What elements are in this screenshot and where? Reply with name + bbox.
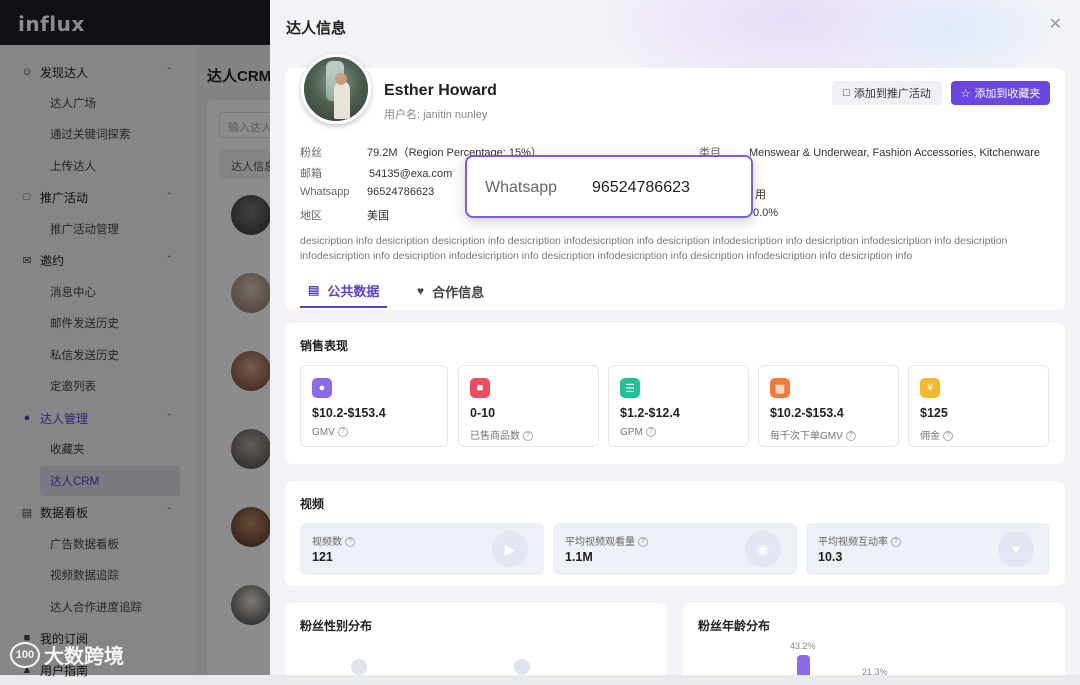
influencer-name: Esther Howard [384,82,497,99]
age-distribution-card: 粉丝年龄分布 43.2% 21.3% [683,603,1065,675]
metric-label: 佣金? [920,427,953,442]
add-to-favorites-label: 添加到收藏夹 [974,88,1041,100]
help-icon[interactable]: ? [891,537,901,548]
star-icon: ☆ [960,87,971,100]
drawer-title: 达人信息 [286,20,347,37]
stat-label: 视频数? [312,533,355,548]
sales-performance-card: 销售表现 ● $10.2-$153.4 GMV? ■ 0-10 已售商品数? ☰… [285,323,1065,464]
female-icon [514,659,530,675]
tab-label: 合作信息 [432,284,485,300]
eye-icon: ◉ [745,531,781,567]
region-label: 地区 [300,210,322,222]
megaphone-icon: □ [843,87,850,99]
age-bar-label: 21.3% [862,667,888,675]
add-to-favorites-button[interactable]: ☆ 添加到收藏夹 [951,81,1050,105]
info-region: 地区 美国 [300,207,389,223]
add-to-campaign-button[interactable]: □ 添加到推广活动 [832,81,942,105]
video-stat-engagement: 平均视频互动率? 10.3 ♥ [806,523,1050,575]
influencer-username: 用户名: janitin nunley [384,109,488,121]
stat-label: 平均视频互动率? [818,533,901,548]
metric-value: $1.2-$12.4 [620,406,680,420]
age-title: 粉丝年龄分布 [698,619,771,633]
stat-label: 平均视频观看量? [565,533,648,548]
help-icon[interactable]: ? [345,537,355,548]
male-icon [351,659,367,675]
info-partial-1: 用 [755,189,766,201]
info-partial-2: 0.0% [753,207,779,219]
fans-label: 粉丝 [300,147,322,159]
influencer-detail-drawer: 达人信息 ✕ Esther Howard 用户名: janitin nunley… [270,0,1080,675]
metric-gmv: ● $10.2-$153.4 GMV? [300,365,448,447]
influencer-description: desicription info desicription desicript… [300,235,1008,262]
document-icon: ☰ [620,378,640,398]
help-icon[interactable]: ? [638,537,648,548]
video-card: 视频 视频数? 121 ▶ 平均视频观看量? 1.1M ◉ 平均视频互动率? 1… [285,481,1065,586]
user-icon: ● [312,378,332,398]
gender-title: 粉丝性别分布 [300,619,373,633]
play-icon: ▶ [492,531,528,567]
whatsapp-label: Whatsapp [300,186,350,198]
tooltip-value: 96524786623 [592,179,690,196]
metric-value: $10.2-$153.4 [770,406,844,420]
metric-value: 0-10 [470,406,496,420]
help-icon[interactable]: ? [845,431,856,442]
stat-value: 1.1M [565,550,593,564]
close-icon[interactable]: ✕ [1049,14,1062,34]
modal-overlay[interactable] [0,0,270,675]
metric-gpm: ☰ $1.2-$12.4 GPM? [608,365,749,447]
chart-icon: ▤ [308,283,320,297]
help-icon[interactable]: ? [337,427,348,438]
money-bag-icon: ¥ [920,378,940,398]
age-bar [797,655,810,675]
whatsapp-tooltip: Whatsapp 96524786623 [465,155,753,218]
age-bar-label: 43.2% [790,641,816,651]
metric-value: $125 [920,406,948,420]
metric-label: GPM? [620,427,656,438]
metric-commission: ¥ $125 佣金? [908,365,1049,447]
metric-value: $10.2-$153.4 [312,406,386,420]
bar-chart-icon: ▩ [770,378,790,398]
info-email: 邮箱 54135@exa.com [300,165,452,181]
tab-public-data[interactable]: ▤ 公共数据 [300,274,388,308]
info-whatsapp: Whatsapp 96524786623 [300,186,434,198]
tab-label: 公共数据 [327,283,380,299]
watermark-logo-icon: 100 [10,641,40,668]
whatsapp-value: 96524786623 [367,186,435,198]
heart-handshake-icon: ♥ [417,284,425,298]
metric-label: GMV? [312,427,348,438]
add-to-campaign-label: 添加到推广活动 [853,88,931,100]
heart-icon: ♥ [998,531,1034,567]
category-value: Menswear & Underwear, Fashion Accessorie… [749,147,1041,159]
video-title: 视频 [300,497,325,511]
metric-gmv-per-thousand: ▩ $10.2-$153.4 每千次下单GMV? [758,365,899,447]
tab-cooperation[interactable]: ♥ 合作信息 [417,274,484,308]
metric-label: 每千次下单GMV? [770,427,856,442]
metric-label: 已售商品数? [470,427,533,442]
email-label: 邮箱 [300,168,322,180]
stat-value: 121 [312,550,333,564]
shopping-bag-icon: ■ [470,378,490,398]
help-icon[interactable]: ? [645,427,656,438]
sales-title: 销售表现 [300,339,349,353]
help-icon[interactable]: ? [523,431,533,442]
metric-items-sold: ■ 0-10 已售商品数? [458,365,599,447]
avatar [301,54,371,124]
video-stat-count: 视频数? 121 ▶ [300,523,544,575]
video-stat-avg-views: 平均视频观看量? 1.1M ◉ [553,523,797,575]
email-value: 54135@exa.com [369,168,453,180]
region-value: 美国 [367,210,389,222]
stat-value: 10.3 [818,550,843,564]
gender-distribution-card: 粉丝性别分布 [285,603,667,675]
watermark-text: 大数跨境 [44,646,124,668]
tooltip-label: Whatsapp [485,179,558,196]
watermark: 100 大数跨境 [10,640,124,669]
help-icon[interactable]: ? [943,431,953,442]
